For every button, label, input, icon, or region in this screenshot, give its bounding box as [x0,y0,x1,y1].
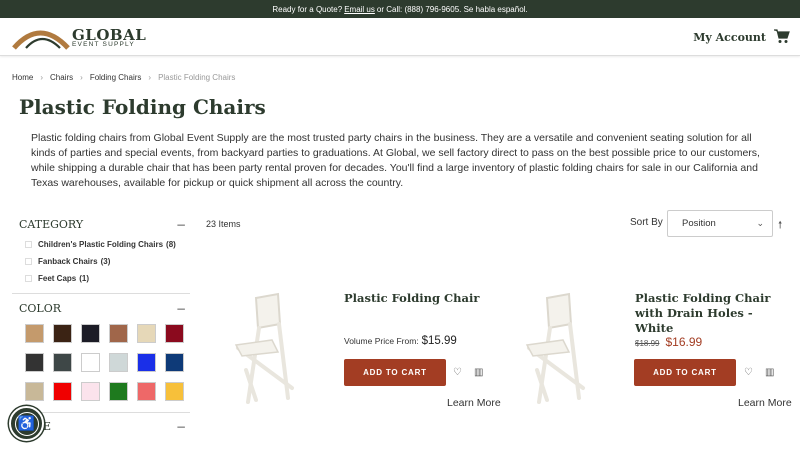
compare-icon[interactable]: ▥ [474,367,483,378]
color-swatch[interactable] [137,382,156,401]
color-swatch[interactable] [81,353,100,372]
chevron-down-icon: ⌄ [756,218,764,228]
category-description: Plastic folding chairs from Global Event… [31,132,760,189]
collapse-minus-icon[interactable]: − [176,302,186,316]
learn-more-link[interactable]: Learn More [447,397,501,409]
color-swatch[interactable] [81,382,100,401]
email-us-link[interactable]: Email us [344,5,375,14]
filter-option-count: (3) [100,257,111,266]
breadcrumb-folding-chairs[interactable]: Folding Chairs [90,73,142,82]
filter-option-count: (8) [166,240,176,249]
announcement-suffix: or Call: (888) 796-9605. Se habla españo… [376,4,528,14]
price-value: $15.99 [421,335,457,347]
color-swatch[interactable] [53,353,72,372]
site-header: GLOBAL EVENT SUPPLY My Account [0,18,800,56]
color-swatch[interactable] [25,353,44,372]
my-account-link[interactable]: My Account [693,31,766,44]
collapse-minus-icon[interactable]: − [176,218,186,232]
product-price: $18.99 $16.99 [635,335,702,349]
filter-third-title: E [43,420,52,433]
logo-arc-icon [12,30,70,50]
breadcrumb: Home › Chairs › Folding Chairs › Plastic… [12,73,235,82]
color-swatch[interactable] [25,382,44,401]
add-to-cart-button[interactable]: ADD TO CART [634,359,736,386]
breadcrumb-chevron-icon: › [40,73,44,82]
filter-option-label: Fanback Chairs [38,257,98,266]
color-swatch[interactable] [109,324,128,343]
filter-option[interactable]: Feet Caps (1) [25,274,190,283]
page-title: Plastic Folding Chairs [19,95,266,119]
product-name[interactable]: Plastic Folding Chair [344,291,479,306]
accessibility-person-icon: ♿ [14,411,39,436]
announcement-prefix: Ready for a Quote? [272,4,343,14]
filter-option-label: Children's Plastic Folding Chairs [38,240,164,249]
filter-option-label: Feet Caps [38,274,77,283]
items-count: 23 Items [206,219,241,229]
old-price-value: $18.99 [635,339,660,348]
add-to-cart-button[interactable]: ADD TO CART [344,359,446,386]
collapse-minus-icon[interactable]: − [176,420,186,434]
compare-icon[interactable]: ▥ [765,367,774,378]
filter-category-header[interactable]: CATEGORY − [19,218,190,232]
filter-option[interactable]: Children's Plastic Folding Chairs (8) [25,240,190,249]
breadcrumb-chevron-icon: › [148,73,152,82]
color-swatch[interactable] [53,324,72,343]
color-swatch[interactable] [165,324,184,343]
color-swatch[interactable] [53,382,72,401]
checkbox[interactable] [25,241,32,248]
announcement-bar: Ready for a Quote? Email us or Call: (88… [0,0,800,18]
filter-color: COLOR − [19,302,190,401]
learn-more-link[interactable]: Learn More [738,397,792,409]
sale-price-value: $16.99 [665,335,703,349]
sort-by-label: Sort By [630,217,663,228]
filter-third-header[interactable]: E − [19,420,190,434]
color-swatch-grid [25,324,190,401]
filter-color-header[interactable]: COLOR − [19,302,190,316]
checkbox[interactable] [25,258,32,265]
color-swatch[interactable] [81,324,100,343]
accessibility-button[interactable]: ♿ [9,406,44,441]
sort-select[interactable]: Position ⌄ [667,210,773,237]
filter-third: E − [19,420,190,434]
color-swatch[interactable] [165,382,184,401]
product-image[interactable] [517,290,597,410]
product-price: Volume Price From: $15.99 [344,335,457,347]
color-swatch[interactable] [109,382,128,401]
product-name[interactable]: Plastic Folding Chair with Drain Holes -… [635,291,785,336]
breadcrumb-chairs[interactable]: Chairs [50,73,73,82]
filter-category: CATEGORY − Children's Plastic Folding Ch… [19,218,190,283]
breadcrumb-home[interactable]: Home [12,73,33,82]
filter-divider [12,293,190,294]
filter-color-title: COLOR [19,302,62,315]
color-swatch[interactable] [25,324,44,343]
sort-select-value: Position [682,218,716,229]
cart-icon[interactable] [774,28,790,44]
site-logo[interactable]: GLOBAL EVENT SUPPLY [12,24,146,50]
filter-option-count: (1) [79,274,90,283]
breadcrumb-chevron-icon: › [80,73,83,82]
color-swatch[interactable] [165,353,184,372]
breadcrumb-current: Plastic Folding Chairs [158,73,236,82]
checkbox[interactable] [25,275,32,282]
wishlist-heart-icon[interactable]: ♡ [744,367,753,378]
logo-text-event-supply: EVENT SUPPLY [72,41,135,48]
color-swatch[interactable] [109,353,128,372]
color-swatch[interactable] [137,324,156,343]
volume-price-label: Volume Price From: [344,336,419,346]
filter-option[interactable]: Fanback Chairs (3) [25,257,190,266]
product-image[interactable] [226,290,306,410]
wishlist-heart-icon[interactable]: ♡ [453,367,462,378]
filter-category-title: CATEGORY [19,218,84,231]
color-swatch[interactable] [137,353,156,372]
sort-direction-arrow-icon[interactable]: 🠕 [778,218,782,235]
